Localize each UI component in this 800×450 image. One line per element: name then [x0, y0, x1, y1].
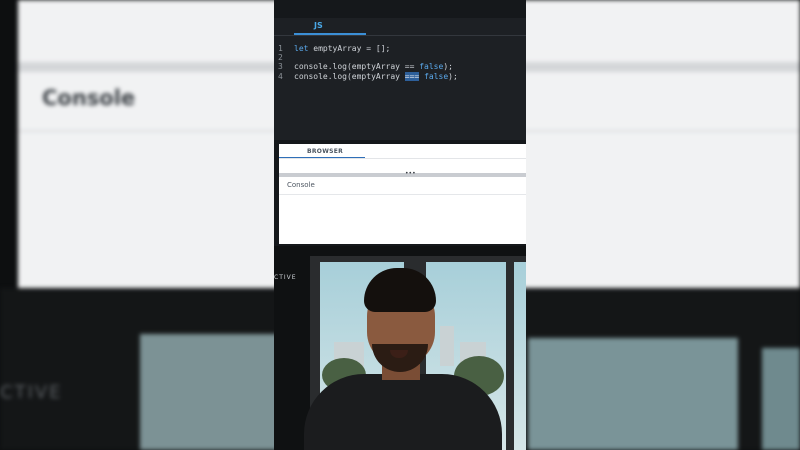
code-text: console.log(emptyArray == — [294, 62, 420, 72]
window-pane — [514, 262, 526, 450]
bg-console-label: Console — [42, 86, 136, 110]
tab-js-underline — [294, 33, 366, 35]
code-line: console.log(emptyArray === false); — [294, 71, 458, 81]
bg-window — [762, 348, 800, 450]
code-keyword: let — [294, 44, 309, 53]
video-panel: JS 1 2 3 4 let emptyArray = []; console.… — [274, 0, 526, 450]
line-number: 2 — [278, 53, 283, 63]
browser-preview — [279, 159, 526, 173]
city-building — [440, 326, 454, 366]
browser-tabbar: BROWSER — [279, 144, 526, 159]
code-keyword: false — [419, 62, 444, 72]
code-text: console.log(emptyArray — [294, 71, 405, 81]
console-label: Console — [287, 181, 315, 189]
presenter-shirt — [304, 374, 502, 450]
code-selection: === — [404, 71, 420, 81]
tab-js[interactable]: JS — [314, 21, 323, 30]
browser-pane: BROWSER ••• Console — [279, 144, 526, 244]
code-editor: JS 1 2 3 4 let emptyArray = []; console.… — [274, 18, 526, 140]
line-gutter: 1 2 3 4 — [274, 36, 288, 140]
bg-window — [140, 334, 280, 450]
editor-tabbar: JS — [274, 18, 526, 36]
code-line: let emptyArray = []; — [294, 44, 458, 53]
line-number: 4 — [278, 71, 283, 81]
active-text: CTIVE — [274, 274, 297, 281]
code-text: emptyArray = []; — [308, 44, 391, 53]
presenter-video: CTIVE — [274, 246, 526, 450]
console-header: Console — [279, 177, 526, 195]
code-text: ); — [448, 71, 458, 81]
code-line: console.log(emptyArray == false); — [294, 62, 458, 71]
code-text: ); — [443, 62, 453, 72]
drag-handle-icon[interactable]: ••• — [405, 171, 416, 177]
tab-browser[interactable]: BROWSER — [307, 148, 343, 155]
code-keyword: false — [424, 71, 449, 81]
line-number: 3 — [278, 62, 283, 72]
tab-browser-underline — [279, 157, 365, 158]
code-area[interactable]: let emptyArray = []; console.log(emptyAr… — [294, 44, 458, 81]
bg-active-text: CTIVE — [0, 382, 63, 403]
bg-window — [528, 338, 738, 450]
line-number: 1 — [278, 44, 283, 53]
